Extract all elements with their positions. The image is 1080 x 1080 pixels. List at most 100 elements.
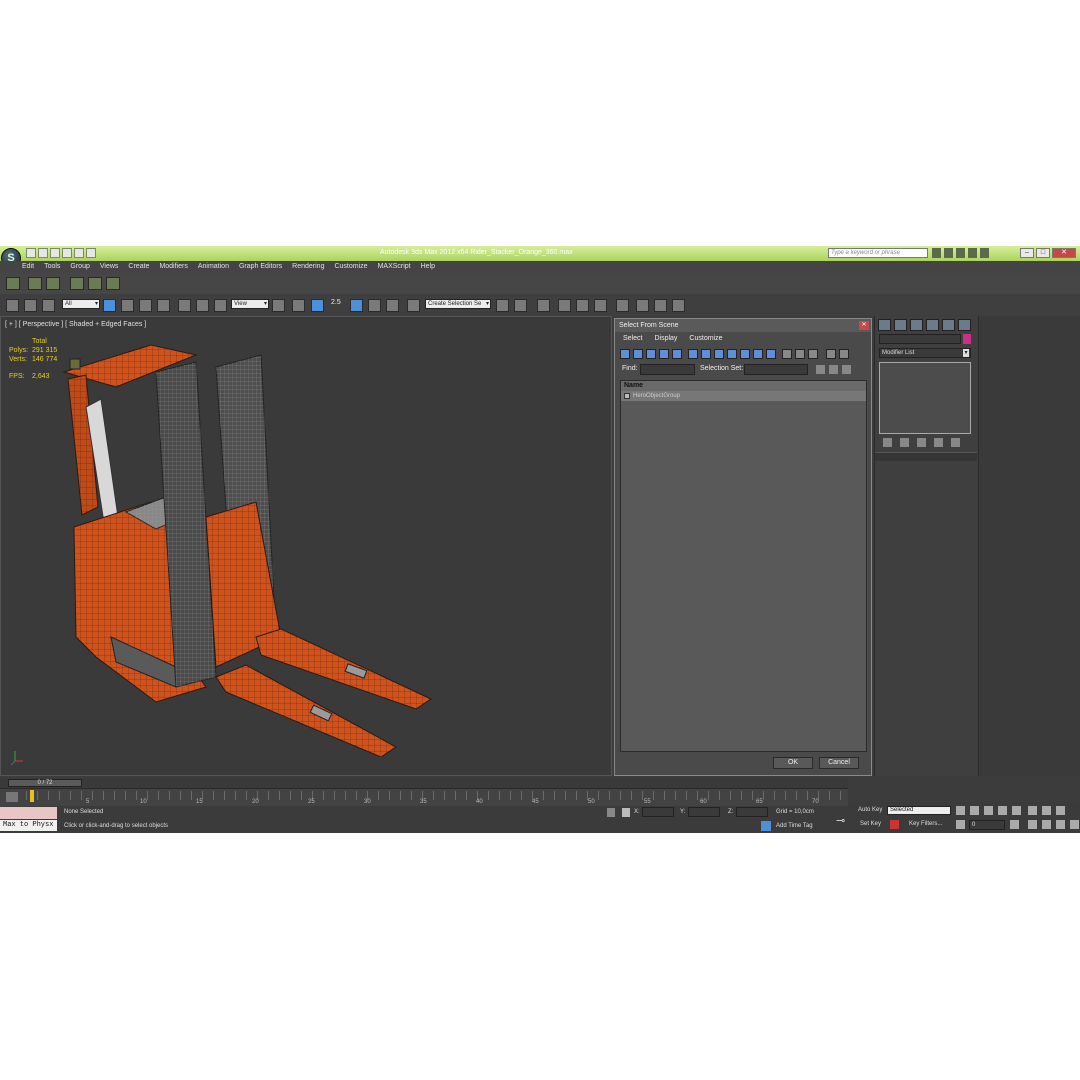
maximize-button[interactable]: □: [1036, 248, 1050, 258]
zoom-icon[interactable]: [1028, 806, 1037, 815]
layer-icon[interactable]: [46, 277, 60, 290]
select-manipulate-icon[interactable]: [292, 299, 305, 312]
display-tab-icon[interactable]: [942, 319, 955, 331]
minimize-button[interactable]: –: [1020, 248, 1034, 258]
percent-snap-icon[interactable]: [368, 299, 381, 312]
maxscript-listener-input[interactable]: Max to Physx: [0, 820, 57, 831]
key-icon[interactable]: ⊸: [836, 814, 845, 827]
rendered-frame-window-icon[interactable]: [654, 299, 667, 312]
snap-toggle-icon[interactable]: 2.5: [331, 299, 344, 312]
search-input[interactable]: Type a keyword or phrase: [828, 248, 928, 258]
display-xrefs-icon[interactable]: [714, 349, 724, 359]
zoom-all-icon[interactable]: [1042, 806, 1051, 815]
utilities-tab-icon[interactable]: [958, 319, 971, 331]
key-filters-button[interactable]: Key Filters...: [909, 821, 942, 827]
auto-key-button[interactable]: Auto Key: [858, 807, 882, 813]
dialog-menu-display[interactable]: Display: [654, 335, 677, 342]
modifier-stack[interactable]: [879, 362, 971, 434]
dialog-menu-customize[interactable]: Customize: [689, 335, 722, 342]
go-to-start-icon[interactable]: [956, 806, 965, 815]
display-spacewarps-icon[interactable]: [688, 349, 698, 359]
previous-frame-icon[interactable]: [970, 806, 979, 815]
key-icon[interactable]: [944, 248, 953, 258]
current-frame-field[interactable]: 0: [969, 820, 1005, 830]
zoom-extents-icon[interactable]: [1056, 806, 1065, 815]
open-file-icon[interactable]: [38, 248, 48, 258]
rectangular-selection-icon[interactable]: [139, 299, 152, 312]
xref-icon[interactable]: [28, 277, 42, 290]
z-coordinate-field[interactable]: [736, 807, 768, 817]
make-unique-icon[interactable]: [917, 438, 926, 447]
filter-options-icon[interactable]: [839, 349, 849, 359]
curve-editor-icon[interactable]: [576, 299, 589, 312]
help-icon[interactable]: [980, 248, 989, 258]
time-slider[interactable]: 0 / 72: [8, 779, 82, 787]
new-file-icon[interactable]: [26, 248, 36, 258]
x-coordinate-field[interactable]: [642, 807, 674, 817]
y-coordinate-field[interactable]: [688, 807, 720, 817]
play-icon[interactable]: [984, 806, 993, 815]
display-groups-icon[interactable]: [701, 349, 711, 359]
mini-curve-editor-icon[interactable]: [6, 792, 18, 802]
motion-tab-icon[interactable]: [926, 319, 939, 331]
create-tab-icon[interactable]: [878, 319, 891, 331]
orbit-icon[interactable]: [1056, 820, 1065, 829]
binoculars-icon[interactable]: [932, 248, 941, 258]
cancel-button[interactable]: Cancel: [819, 757, 859, 769]
select-dependents-icon[interactable]: [829, 365, 838, 374]
schematic-view-icon[interactable]: [594, 299, 607, 312]
viewport-label[interactable]: [ + ] [ Perspective ] [ Shaded + Edged F…: [5, 321, 146, 328]
display-bones-icon[interactable]: [727, 349, 737, 359]
align-icon[interactable]: [514, 299, 527, 312]
pin-stack-icon[interactable]: [883, 438, 892, 447]
selection-set-dropdown[interactable]: [744, 364, 808, 375]
dialog-menu-select[interactable]: Select: [623, 335, 642, 342]
named-selection-set-dropdown[interactable]: Create Selection Se: [425, 299, 491, 309]
add-time-tag[interactable]: Add Time Tag: [776, 823, 813, 829]
display-containers-icon[interactable]: [740, 349, 750, 359]
spinner-snap-icon[interactable]: [386, 299, 399, 312]
star-icon[interactable]: [968, 248, 977, 258]
undo-icon[interactable]: [62, 248, 72, 258]
ungroup-icon[interactable]: [88, 277, 102, 290]
filter-icon[interactable]: [826, 349, 836, 359]
project-folder-icon[interactable]: [86, 248, 96, 258]
menu-help[interactable]: Help: [421, 263, 435, 270]
column-header-name[interactable]: Name: [621, 381, 866, 391]
modifier-list-dropdown[interactable]: Modifier List: [879, 348, 971, 358]
menu-create[interactable]: Create: [128, 263, 149, 270]
attach-icon[interactable]: [106, 277, 120, 290]
display-cameras-icon[interactable]: [659, 349, 669, 359]
menu-maxscript[interactable]: MAXScript: [378, 263, 411, 270]
maximize-viewport-icon[interactable]: [1070, 820, 1079, 829]
menu-group[interactable]: Group: [70, 263, 89, 270]
select-object-icon[interactable]: [103, 299, 116, 312]
mirror-icon[interactable]: [496, 299, 509, 312]
absolute-mode-icon[interactable]: [622, 808, 630, 817]
edit-named-selection-icon[interactable]: [407, 299, 420, 312]
rotate-icon[interactable]: [196, 299, 209, 312]
save-file-icon[interactable]: [50, 248, 60, 258]
go-to-end-icon[interactable]: [1012, 806, 1021, 815]
field-of-view-icon[interactable]: [1028, 820, 1037, 829]
track-bar[interactable]: 5 10 15 20 25 30 35 40 45 50 55 60 65 70: [0, 788, 848, 807]
redo-icon[interactable]: [74, 248, 84, 258]
default-tangent-icon[interactable]: [890, 820, 899, 829]
link-icon[interactable]: [6, 299, 19, 312]
bind-space-warp-icon[interactable]: [42, 299, 55, 312]
tools-icon[interactable]: [956, 248, 965, 258]
list-item[interactable]: HeroObjectGroup: [621, 391, 866, 401]
render-setup-icon[interactable]: [636, 299, 649, 312]
show-end-result-icon[interactable]: [900, 438, 909, 447]
next-frame-icon[interactable]: [998, 806, 1007, 815]
find-input[interactable]: [640, 364, 695, 375]
dialog-title[interactable]: Select From Scene: [615, 319, 871, 332]
sync-selection-icon[interactable]: [842, 365, 851, 374]
menu-modifiers[interactable]: Modifiers: [159, 263, 187, 270]
material-editor-icon[interactable]: [616, 299, 629, 312]
key-mode-toggle-icon[interactable]: [956, 820, 965, 829]
render-production-icon[interactable]: [672, 299, 685, 312]
angle-snap-icon[interactable]: [350, 299, 363, 312]
select-all-icon[interactable]: [782, 349, 792, 359]
menu-edit[interactable]: Edit: [22, 263, 34, 270]
